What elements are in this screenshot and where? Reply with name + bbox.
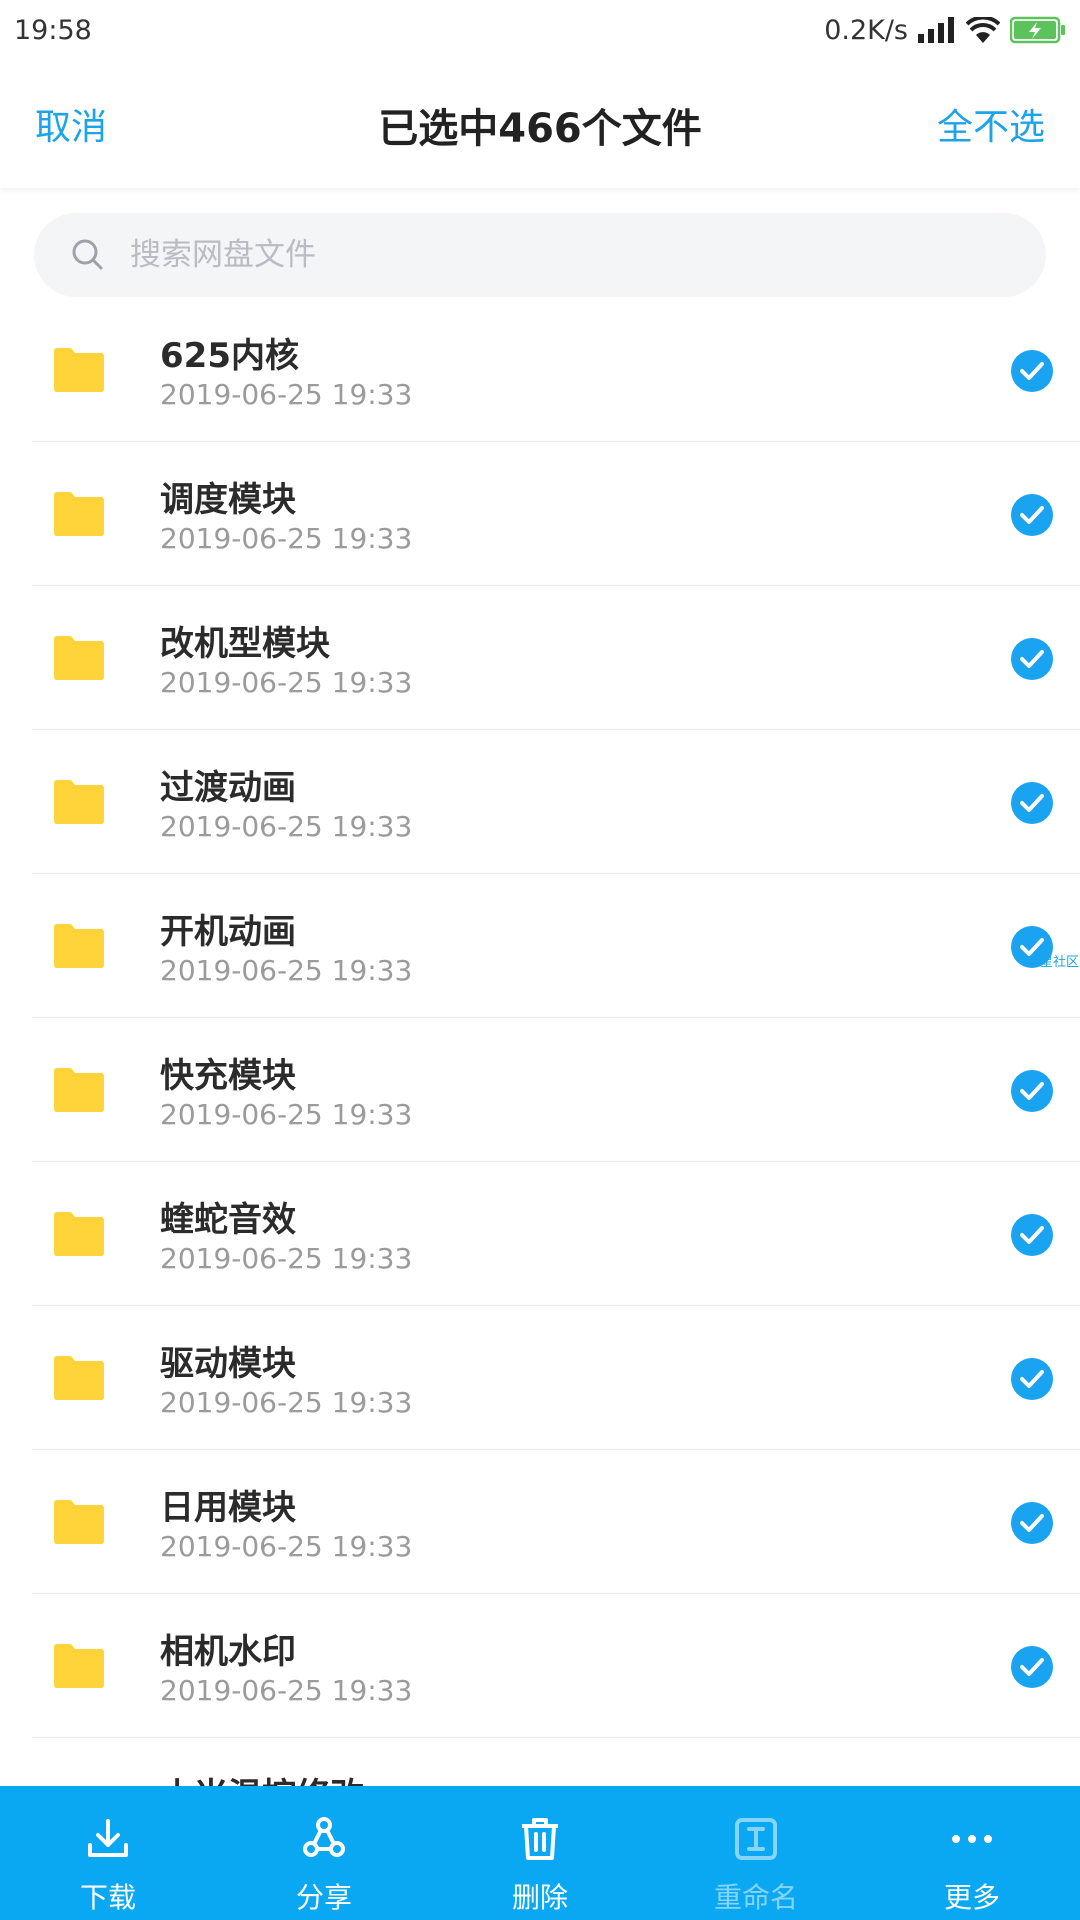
file-date: 2019-06-25 19:33 (160, 522, 413, 555)
checked-icon[interactable] (1011, 1358, 1053, 1400)
more-label: 更多 (943, 1881, 1000, 1914)
file-date: 2019-06-25 19:33 (160, 1674, 413, 1707)
share-label: 分享 (295, 1881, 352, 1914)
search-input[interactable] (128, 236, 932, 274)
wifi-icon (966, 17, 1000, 43)
file-name: 蝰蛇音效 (160, 1200, 296, 1240)
file-name: 小米温控修改 (160, 1768, 364, 1786)
file-row[interactable]: 日用模块 2019-06-25 19:33 (0, 1450, 1080, 1594)
file-row[interactable]: 蝰蛇音效 2019-06-25 19:33 (0, 1162, 1080, 1306)
file-name: 开机动画 (160, 912, 296, 952)
file-name: 625内核 (160, 336, 299, 376)
folder-icon (54, 492, 104, 536)
trash-icon (515, 1814, 565, 1864)
file-date: 2019-06-25 19:33 (160, 378, 413, 411)
delete-label: 删除 (511, 1881, 568, 1914)
checked-icon[interactable] (1011, 1646, 1053, 1688)
file-name: 快充模块 (160, 1056, 296, 1096)
file-date: 2019-06-25 19:33 (160, 954, 413, 987)
file-date: 2019-06-25 19:33 (160, 1386, 413, 1419)
bottom-action-bar: 下载 分享 删除 重命名 更多 (0, 1786, 1080, 1920)
file-row[interactable]: 改机型模块 2019-06-25 19:33 (0, 586, 1080, 730)
share-button[interactable]: 分享 (216, 1786, 432, 1920)
folder-icon (54, 1212, 104, 1256)
file-date: 2019-06-25 19:33 (160, 1098, 413, 1131)
file-row[interactable]: 驱动模块 2019-06-25 19:33 (0, 1306, 1080, 1450)
checked-icon[interactable] (1011, 1070, 1053, 1112)
file-name: 调度模块 (160, 480, 296, 520)
file-row[interactable]: 625内核 2019-06-25 19:33 (0, 298, 1080, 442)
folder-icon (54, 1644, 104, 1688)
checked-icon[interactable] (1011, 350, 1053, 392)
file-name: 相机水印 (160, 1632, 296, 1672)
file-date: 2019-06-25 19:33 (160, 1530, 413, 1563)
file-name: 日用模块 (160, 1488, 296, 1528)
folder-icon (54, 1500, 104, 1544)
folder-icon (54, 780, 104, 824)
watermark-text: 星社区 (1040, 955, 1080, 970)
checked-icon[interactable] (1011, 494, 1053, 536)
rename-label: 重命名 (713, 1881, 798, 1914)
status-icons: 0.2K/s (824, 15, 1066, 46)
battery-charging-icon (1010, 16, 1066, 44)
file-date: 2019-06-25 19:33 (160, 666, 413, 699)
download-label: 下载 (79, 1881, 136, 1914)
folder-icon (54, 1356, 104, 1400)
signal-icon (918, 17, 956, 43)
file-row[interactable]: 相机水印 2019-06-25 19:33 (0, 1594, 1080, 1738)
download-icon (83, 1814, 133, 1864)
download-button[interactable]: 下载 (0, 1786, 216, 1920)
checked-icon[interactable] (1011, 1502, 1053, 1544)
file-date: 2019-06-25 19:33 (160, 810, 413, 843)
file-list: 625内核 2019-06-25 19:33 调度模块 2019-06-25 1… (0, 298, 1080, 1786)
file-row[interactable]: 调度模块 2019-06-25 19:33 (0, 442, 1080, 586)
selection-header: 取消 已选中466个文件 全不选 (0, 60, 1080, 188)
search-bar[interactable] (34, 213, 1046, 297)
more-button[interactable]: 更多 (864, 1786, 1080, 1920)
folder-icon (54, 348, 104, 392)
file-date: 2019-06-25 19:33 (160, 1242, 413, 1275)
file-name: 驱动模块 (160, 1344, 296, 1384)
status-time: 19:58 (14, 14, 92, 46)
file-name: 过渡动画 (160, 768, 296, 808)
page-title: 已选中466个文件 (378, 106, 702, 152)
deselect-all-button[interactable]: 全不选 (937, 98, 1045, 150)
folder-icon (54, 636, 104, 680)
folder-icon (54, 1068, 104, 1112)
file-name: 改机型模块 (160, 624, 330, 664)
checked-icon[interactable] (1011, 1214, 1053, 1256)
rename-icon (731, 1814, 781, 1864)
network-speed: 0.2K/s (824, 14, 908, 46)
file-row[interactable]: 开机动画 2019-06-25 19:33 (0, 874, 1080, 1018)
file-row[interactable]: 过渡动画 2019-06-25 19:33 (0, 730, 1080, 874)
checked-icon[interactable] (1011, 638, 1053, 680)
share-icon (299, 1814, 349, 1864)
rename-button[interactable]: 重命名 (648, 1786, 864, 1920)
delete-button[interactable]: 删除 (432, 1786, 648, 1920)
file-row[interactable]: 快充模块 2019-06-25 19:33 (0, 1018, 1080, 1162)
status-bar: 19:58 0.2K/s (0, 0, 1080, 60)
file-row[interactable]: 小米温控修改 (0, 1738, 1080, 1786)
search-icon (70, 237, 106, 273)
more-icon (947, 1814, 997, 1864)
checked-icon[interactable] (1011, 782, 1053, 824)
folder-icon (54, 924, 104, 968)
